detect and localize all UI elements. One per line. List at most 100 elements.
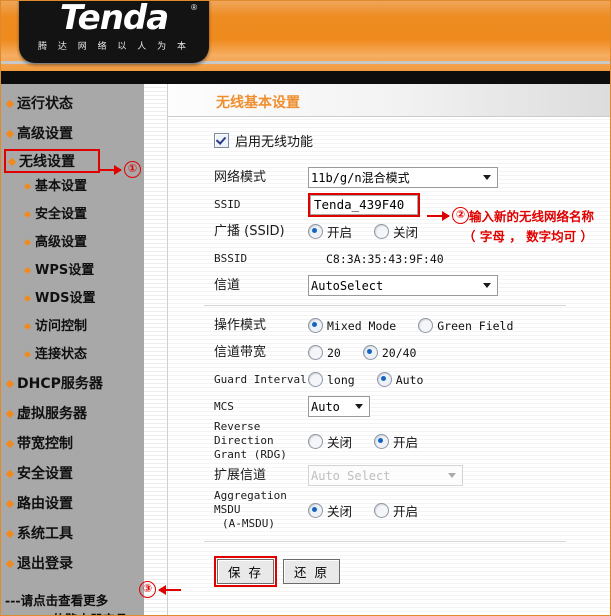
annotation-2: ② 输入新的无线网络名称 （ 字母 ， 数字均可 ） <box>424 206 610 245</box>
channel-bandwidth-2040-option[interactable]: 20/40 <box>362 345 417 360</box>
diamond-bullet-icon <box>23 266 32 275</box>
annotation-text-line2: （ 字母 ， 数字均可 ） <box>463 229 593 244</box>
radio-icon[interactable] <box>308 224 323 239</box>
radio-icon[interactable] <box>308 372 323 387</box>
sidebar-item-security[interactable]: 安全设置 <box>1 459 144 489</box>
bssid-value: C8:3A:35:43:9F:40 <box>326 251 444 266</box>
sidebar-item-label: 无线设置 <box>19 154 75 170</box>
arrow-right-icon <box>427 210 450 221</box>
sidebar-item-logout[interactable]: 退出登录 <box>1 549 144 579</box>
rdg-row: Reverse Direction Grant (RDG) 关闭 开启 <box>168 420 610 462</box>
channel-row: 信道 AutoSelect <box>168 272 610 299</box>
annotation-3: ③ <box>139 581 184 598</box>
sidebar-promo[interactable]: ---请点击查看更多 TENDA的路由器产品 >>> <box>5 591 145 615</box>
sidebar-item-label: 高级设置 <box>17 126 73 142</box>
sidebar-item-security-settings[interactable]: 安全设置 <box>1 201 144 229</box>
radio-icon[interactable] <box>308 345 323 360</box>
header-black-strip <box>1 71 610 84</box>
sidebar-item-connection-status[interactable]: 连接状态 <box>1 341 144 369</box>
rdg-label-line2: Grant (RDG) <box>214 448 287 461</box>
router-admin-page: Tenda ® 腾 达 网 络 以 人 为 本 运行状态 高级设置 无线设置 基… <box>0 0 611 616</box>
amsdu-enable-option[interactable]: 开启 <box>374 501 418 520</box>
ssid-input[interactable] <box>310 194 418 215</box>
sidebar-item-label: 虚拟服务器 <box>17 406 87 422</box>
diamond-bullet-icon <box>23 182 32 191</box>
mcs-label: MCS <box>214 399 234 413</box>
sidebar-item-dhcp-server[interactable]: DHCP服务器 <box>1 369 144 399</box>
sidebar-item-label: 访问控制 <box>35 319 88 334</box>
sidebar-item-wireless-settings[interactable]: 无线设置 <box>4 149 100 173</box>
network-mode-select-wrap: 11b/g/n混合模式 <box>308 167 498 188</box>
guard-interval-row: Guard Interval long Auto <box>168 366 610 393</box>
operation-mode-row: 操作模式 Mixed Mode Green Field <box>168 312 610 339</box>
sidebar-item-access-control[interactable]: 访问控制 <box>1 313 144 341</box>
mcs-select[interactable]: Auto <box>308 396 370 417</box>
sidebar-item-wps-settings[interactable]: WPS设置 <box>1 257 144 285</box>
broadcast-ssid-disable-option[interactable]: 关闭 <box>374 222 418 241</box>
extension-channel-select[interactable]: Auto Select <box>308 465 463 486</box>
operation-mode-label: 操作模式 <box>214 317 267 333</box>
sidebar-item-wds-settings[interactable]: WDS设置 <box>1 285 144 313</box>
sidebar-item-advanced-settings[interactable]: 高级设置 <box>1 119 144 149</box>
enable-wireless-row[interactable]: 启用无线功能 <box>168 117 610 164</box>
channel-select[interactable]: AutoSelect <box>308 275 498 296</box>
radio-icon[interactable] <box>308 318 323 333</box>
operation-mode-greenfield-option[interactable]: Green Field <box>418 318 513 333</box>
amsdu-label: Aggregation MSDU (A-MSDU) <box>168 489 308 531</box>
registered-trademark-icon: ® <box>191 3 197 12</box>
sidebar-item-label: 系统工具 <box>17 526 73 542</box>
sidebar-item-virtual-server[interactable]: 虚拟服务器 <box>1 399 144 429</box>
radio-icon[interactable] <box>362 345 378 360</box>
sidebar-item-system-tools[interactable]: 系统工具 <box>1 519 144 549</box>
amsdu-disable-option[interactable]: 关闭 <box>308 501 352 520</box>
tenda-logo: Tenda ® 腾 达 网 络 以 人 为 本 <box>19 1 209 63</box>
sidebar-item-label: 安全设置 <box>35 207 88 222</box>
radio-icon[interactable] <box>418 318 434 333</box>
guard-interval-auto-option[interactable]: Auto <box>376 372 424 387</box>
diamond-bullet-icon <box>5 559 15 569</box>
diamond-bullet-icon <box>5 129 15 139</box>
radio-icon[interactable] <box>374 224 390 239</box>
sidebar-item-bandwidth-control[interactable]: 带宽控制 <box>1 429 144 459</box>
network-mode-label: 网络模式 <box>214 169 267 185</box>
option-label: 20/40 <box>381 345 417 360</box>
rdg-enable-option[interactable]: 开启 <box>374 432 418 451</box>
save-button[interactable]: 保 存 <box>217 559 274 584</box>
option-label: 开启 <box>393 503 419 519</box>
main-content: 无线基本设置 启用无线功能 网络模式 11b/g/n混合模式 SSID Tend… <box>144 84 610 615</box>
operation-mode-mixed-option[interactable]: Mixed Mode <box>308 318 396 333</box>
annotation-1: ① <box>96 161 141 178</box>
sidebar-item-label: 基本设置 <box>35 179 88 194</box>
sidebar-item-routing-settings[interactable]: 路由设置 <box>1 489 144 519</box>
restore-button[interactable]: 还 原 <box>282 559 340 584</box>
radio-icon[interactable] <box>374 433 390 449</box>
broadcast-ssid-enable-option[interactable]: 开启 <box>308 222 352 241</box>
sidebar-nav: 运行状态 高级设置 无线设置 基本设置 安全设置 高级设置 WPS设置 WDS设… <box>1 84 144 579</box>
option-label: 关闭 <box>327 503 353 519</box>
ssid-highlight-box <box>308 192 420 217</box>
channel-bandwidth-20-option[interactable]: 20 <box>308 345 341 360</box>
diamond-bullet-icon <box>23 294 32 303</box>
radio-icon[interactable] <box>308 502 323 518</box>
sidebar-item-operating-status[interactable]: 运行状态 <box>1 89 144 119</box>
diamond-bullet-icon <box>23 350 32 359</box>
amsdu-label-line2: (A-MSDU) <box>222 517 275 530</box>
option-label: Auto <box>395 372 424 387</box>
sidebar-item-label: WPS设置 <box>35 263 95 278</box>
network-mode-select[interactable]: 11b/g/n混合模式 <box>308 167 498 188</box>
guard-interval-long-option[interactable]: long <box>308 372 355 387</box>
sidebar-item-advanced-wireless[interactable]: 高级设置 <box>1 229 144 257</box>
mcs-select-wrap: Auto <box>308 396 370 417</box>
sidebar-item-label: 路由设置 <box>17 496 73 512</box>
diamond-bullet-icon <box>5 529 15 539</box>
promo-line-1: ---请点击查看更多 <box>5 593 109 608</box>
promo-line-2: TENDA的路由器产品 <box>5 610 145 615</box>
radio-icon[interactable] <box>376 372 392 387</box>
radio-icon[interactable] <box>308 433 323 449</box>
radio-icon[interactable] <box>374 502 390 518</box>
divider <box>204 541 566 542</box>
enable-wireless-checkbox[interactable] <box>214 133 229 148</box>
content-panel: 无线基本设置 启用无线功能 网络模式 11b/g/n混合模式 SSID Tend… <box>167 84 610 615</box>
rdg-disable-option[interactable]: 关闭 <box>308 432 352 451</box>
ssid-label: SSID <box>214 197 241 211</box>
